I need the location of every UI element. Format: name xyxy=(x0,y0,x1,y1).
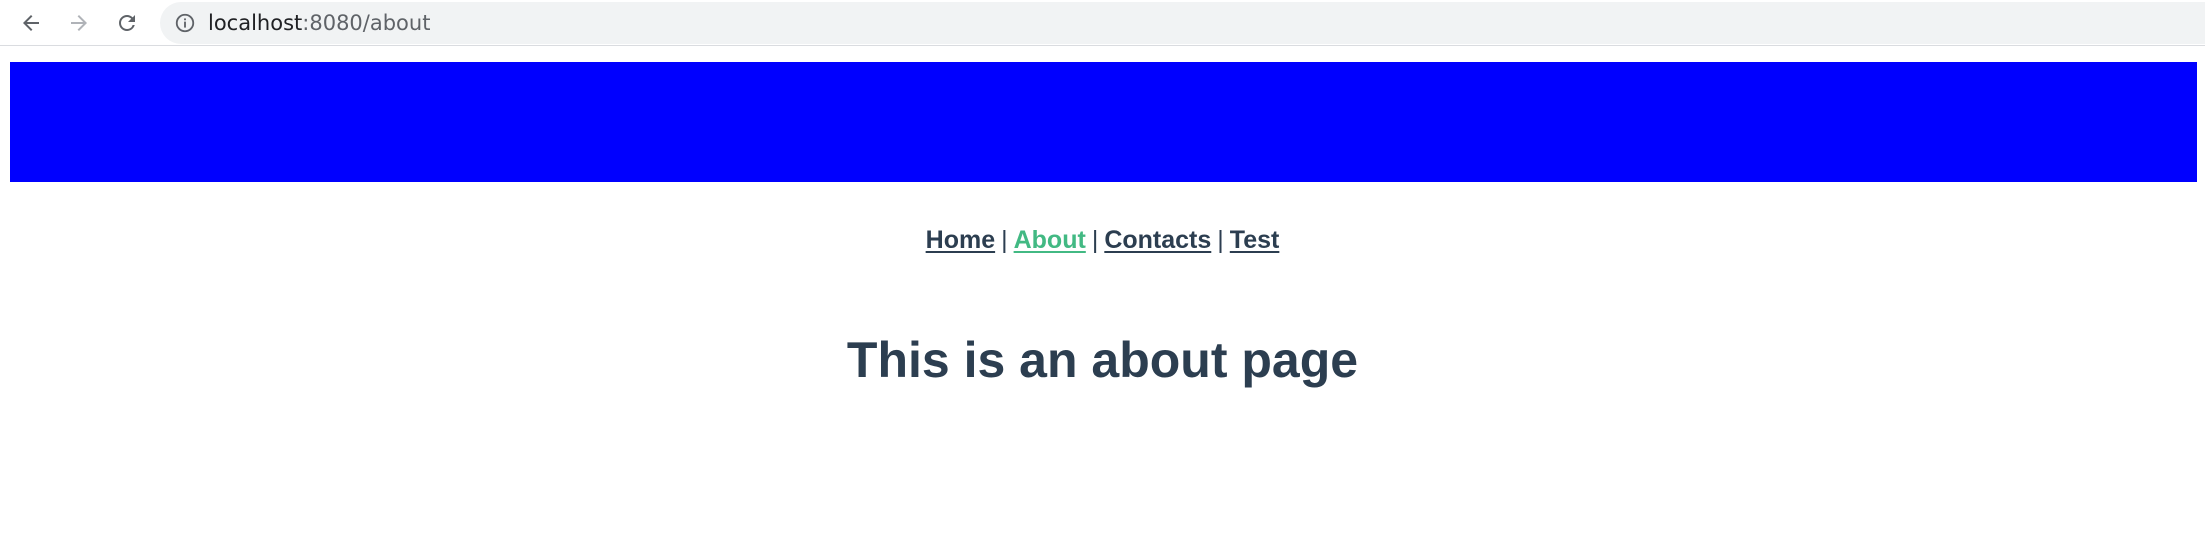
page-title: This is an about page xyxy=(846,332,1359,388)
nav-separator: | xyxy=(1091,226,1099,254)
url-text: localhost:8080/about xyxy=(208,11,430,35)
forward-button[interactable] xyxy=(64,8,94,38)
browser-toolbar: localhost:8080/about xyxy=(0,0,2205,46)
url-host: localhost xyxy=(208,11,303,35)
nav-separator: | xyxy=(1001,226,1008,254)
nav-link-about[interactable]: About xyxy=(1014,226,1086,254)
url-path: :8080/about xyxy=(302,11,431,35)
reload-icon xyxy=(119,14,135,31)
info-icon[interactable] xyxy=(174,12,196,34)
arrow-left-icon xyxy=(23,15,39,31)
nav-link-home[interactable]: Home xyxy=(926,226,995,254)
page-content: Home | About | Contacts | Test This is an abou… xyxy=(0,46,2205,552)
header-banner xyxy=(10,62,2197,182)
arrow-right-icon xyxy=(71,15,87,31)
site-nav: Home | About | Contacts | Test xyxy=(0,226,2205,255)
nav-link-test[interactable]: Test xyxy=(1230,226,1280,254)
back-button[interactable] xyxy=(16,8,46,38)
nav-separator: | xyxy=(1217,226,1224,254)
nav-link-contacts[interactable]: Contacts xyxy=(1104,226,1211,254)
address-bar[interactable]: localhost:8080/about xyxy=(160,2,2205,44)
reload-button[interactable] xyxy=(112,8,142,38)
